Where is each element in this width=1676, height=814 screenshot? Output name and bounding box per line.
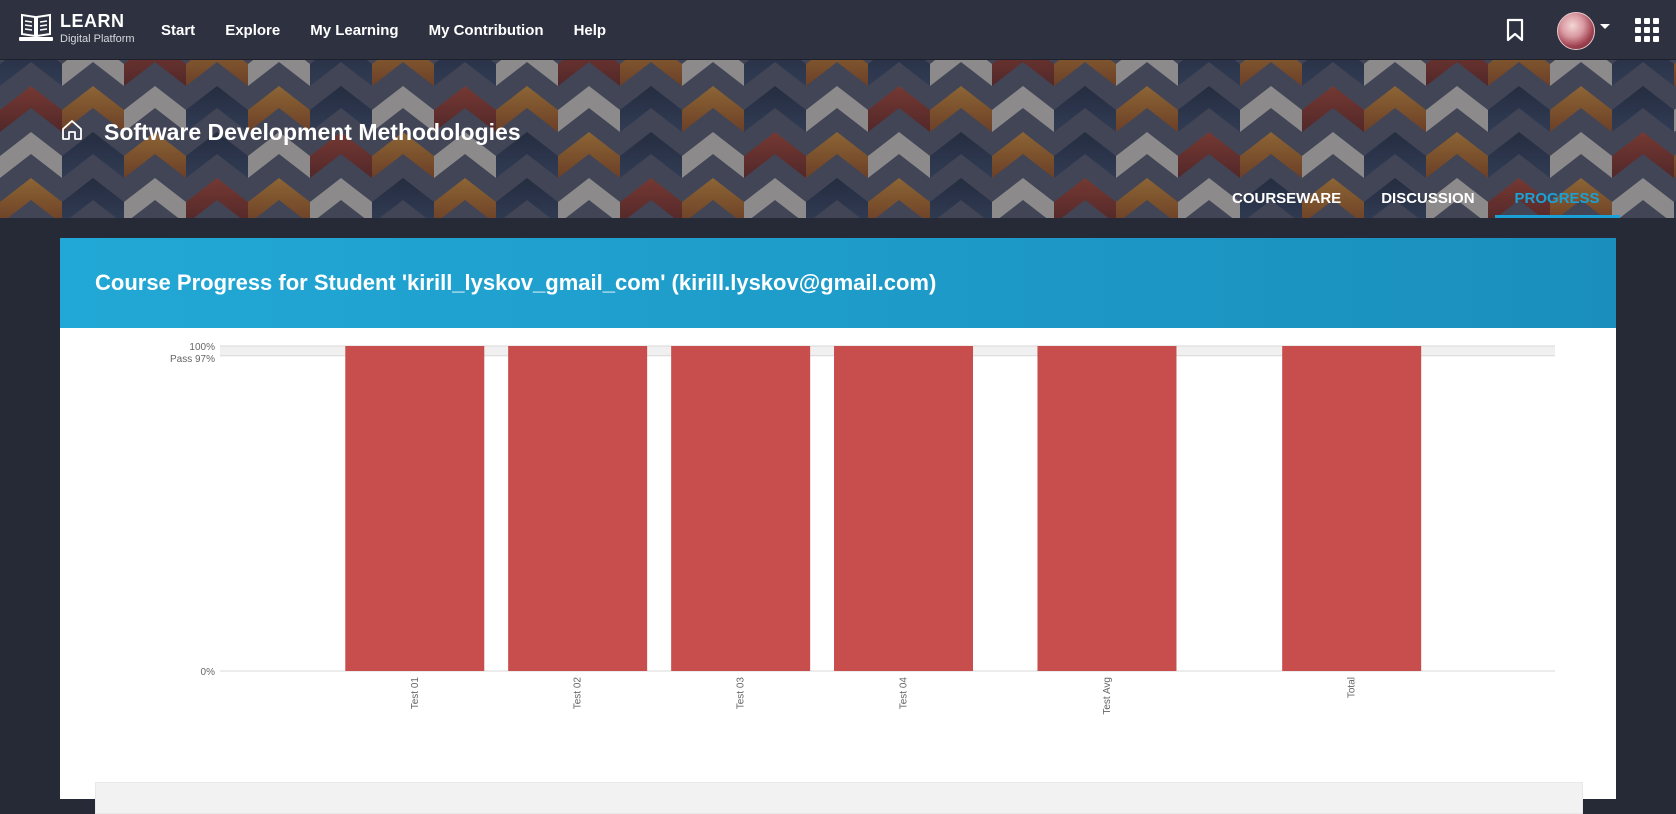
brand-subtitle: Digital Platform: [60, 33, 135, 45]
home-icon[interactable]: [60, 118, 84, 142]
bookmark-icon[interactable]: [1504, 18, 1526, 42]
progress-chart: 100% Pass 97% 0% Test 01 Test 02 Test 03 Test …: [60, 328, 1616, 748]
user-avatar[interactable]: [1557, 12, 1595, 50]
y-tick-label: 0%: [201, 667, 216, 678]
nav-my-learning[interactable]: My Learning: [310, 22, 398, 39]
top-navbar: LEARN Digital Platform Start Explore My …: [0, 0, 1676, 60]
brand-logo[interactable]: LEARN Digital Platform: [18, 10, 135, 45]
y-tick-label: Pass 97%: [170, 354, 215, 365]
brand-title: LEARN: [60, 11, 125, 31]
bar: [508, 346, 648, 671]
details-panel: [95, 782, 1583, 814]
course-hero-banner: Software Development Methodologies COURS…: [0, 60, 1676, 218]
x-tick-label: Test 02: [573, 677, 584, 710]
x-tick-label: Test 04: [899, 677, 910, 710]
progress-chart-svg: 100%Pass 97% 0% Test 01 Test 02 Test 03 Test …: [170, 342, 1555, 715]
nav-explore[interactable]: Explore: [225, 22, 280, 39]
tab-discussion[interactable]: DISCUSSION: [1361, 178, 1494, 218]
course-title: Software Development Methodologies: [104, 119, 521, 145]
bar: [671, 346, 811, 671]
x-tick-label: Test Avg: [1102, 677, 1113, 715]
open-book-icon: [19, 13, 53, 41]
course-tabs: COURSEWARE DISCUSSION PROGRESS: [1212, 178, 1620, 218]
y-tick-label: 100%: [189, 342, 215, 353]
bar: [1037, 346, 1177, 671]
progress-heading: Course Progress for Student 'kirill_lysk…: [60, 238, 1616, 328]
tab-progress[interactable]: PROGRESS: [1494, 178, 1620, 218]
bar: [1282, 346, 1422, 671]
nav-start[interactable]: Start: [161, 22, 195, 39]
nav-my-contribution[interactable]: My Contribution: [429, 22, 544, 39]
x-tick-label: Total: [1347, 677, 1358, 698]
chevron-down-icon[interactable]: [1600, 24, 1610, 29]
x-tick-label: Test 01: [410, 677, 421, 710]
apps-grid-icon[interactable]: [1635, 18, 1659, 42]
tab-courseware[interactable]: COURSEWARE: [1212, 178, 1361, 218]
bar: [345, 346, 485, 671]
bar: [834, 346, 974, 671]
progress-card: Course Progress for Student 'kirill_lysk…: [60, 238, 1616, 814]
nav-help[interactable]: Help: [574, 22, 607, 39]
main-nav: Start Explore My Learning My Contributio…: [161, 0, 636, 60]
x-tick-label: Test 03: [736, 677, 747, 710]
